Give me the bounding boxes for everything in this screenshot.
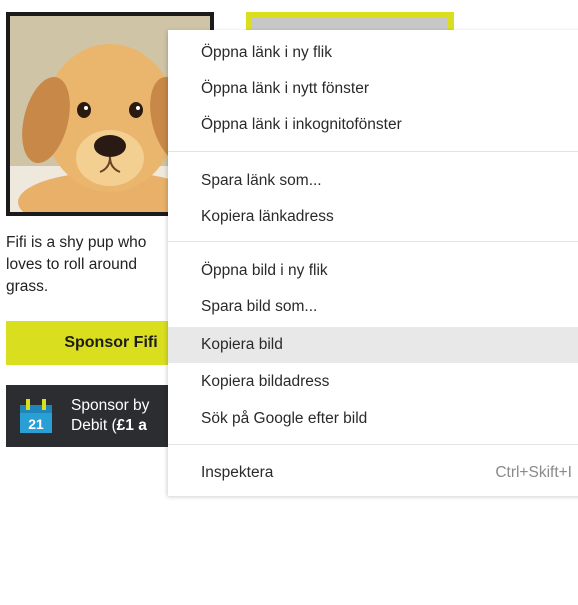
menu-item-label: Spara bild som... <box>201 298 318 315</box>
menu-item-save-link-as[interactable]: Spara länk som... <box>168 163 578 199</box>
menu-item-copy-image-address[interactable]: Kopiera bildadress <box>168 364 578 400</box>
menu-item-save-image-as[interactable]: Spara bild som... <box>168 289 578 325</box>
menu-item-open-link-incognito[interactable]: Öppna länk i inkognitofönster <box>168 107 578 143</box>
menu-item-inspect[interactable]: Inspektera Ctrl+Skift+I <box>168 455 578 491</box>
sponsor-debit-amount: £1 a <box>116 417 147 434</box>
menu-item-label: Kopiera bild <box>201 336 283 353</box>
menu-item-shortcut: Ctrl+Skift+I <box>495 464 572 481</box>
menu-item-label: Kopiera länkadress <box>201 208 334 225</box>
context-menu[interactable]: Öppna länk i ny flik Öppna länk i nytt f… <box>168 30 578 496</box>
menu-separator <box>168 151 578 152</box>
menu-separator <box>168 444 578 445</box>
menu-item-open-image-new-tab[interactable]: Öppna bild i ny flik <box>168 253 578 289</box>
menu-item-label: Inspektera <box>201 464 274 481</box>
calendar-icon: 21 <box>20 399 52 433</box>
menu-item-label: Öppna länk i nytt fönster <box>201 80 370 97</box>
menu-item-open-link-new-window[interactable]: Öppna länk i nytt fönster <box>168 71 578 107</box>
sponsor-debit-prefix: Debit ( <box>71 417 117 434</box>
menu-item-open-link-new-tab[interactable]: Öppna länk i ny flik <box>168 35 578 71</box>
menu-item-label: Öppna bild i ny flik <box>201 262 328 279</box>
menu-item-copy-link-address[interactable]: Kopiera länkadress <box>168 199 578 235</box>
sponsor-button-label: Sponsor Fifi <box>64 334 158 351</box>
menu-item-label: Kopiera bildadress <box>201 373 330 390</box>
sponsor-debit-line: Debit (£1 a <box>71 416 149 436</box>
menu-item-label: Öppna länk i ny flik <box>201 44 332 61</box>
menu-item-search-google-for-image[interactable]: Sök på Google efter bild <box>168 401 578 437</box>
sponsor-debit-line: Sponsor by <box>71 397 150 414</box>
menu-item-copy-image[interactable]: Kopiera bild <box>168 327 578 363</box>
menu-item-label: Spara länk som... <box>201 172 322 189</box>
menu-item-label: Öppna länk i inkognitofönster <box>201 116 402 133</box>
menu-item-label: Sök på Google efter bild <box>201 410 368 427</box>
sponsor-debit-text: Sponsor by Debit (£1 a <box>71 396 149 436</box>
menu-separator <box>168 241 578 242</box>
calendar-icon-day: 21 <box>28 416 44 432</box>
